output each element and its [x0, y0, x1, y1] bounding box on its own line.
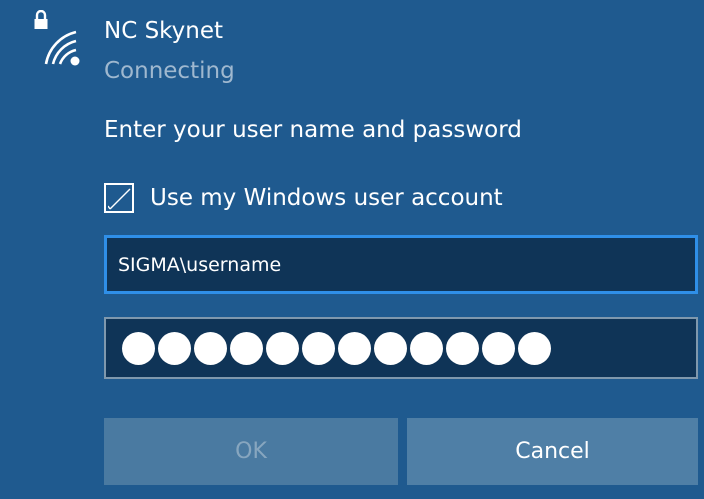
wifi-secured-icon: [34, 10, 80, 66]
use-windows-account-label: Use my Windows user account: [150, 185, 503, 211]
password-input[interactable]: [104, 317, 698, 379]
password-mask-dot: [194, 331, 227, 365]
password-mask-dot: [302, 331, 335, 365]
password-mask-dot: [446, 331, 479, 365]
checkmark-icon: [108, 188, 131, 210]
use-windows-account-option[interactable]: Use my Windows user account: [104, 180, 503, 216]
password-mask-dot: [410, 331, 443, 365]
use-windows-account-checkbox[interactable]: [104, 183, 134, 213]
network-name: NC Skynet: [104, 18, 224, 44]
password-mask: [122, 331, 551, 365]
username-input[interactable]: [107, 238, 695, 291]
ok-button[interactable]: OK: [104, 418, 398, 485]
password-mask-dot: [374, 331, 407, 365]
connection-status: Connecting: [104, 58, 235, 84]
network-auth-panel: NC Skynet Connecting Enter your user nam…: [0, 0, 704, 499]
password-mask-dot: [230, 331, 263, 365]
credentials-prompt: Enter your user name and password: [104, 117, 522, 143]
cancel-button[interactable]: Cancel: [407, 418, 698, 485]
username-field-container: [104, 235, 698, 294]
password-mask-dot: [122, 331, 155, 365]
password-mask-dot: [518, 331, 551, 365]
password-mask-dot: [482, 331, 515, 365]
password-mask-dot: [266, 331, 299, 365]
password-mask-dot: [338, 331, 371, 365]
password-mask-dot: [158, 331, 191, 365]
